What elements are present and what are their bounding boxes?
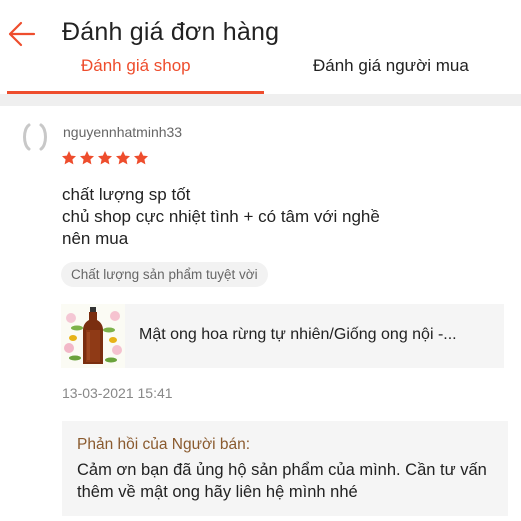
star-icon bbox=[134, 151, 148, 165]
tab-buyer-review[interactable]: Đánh giá người mua bbox=[313, 56, 469, 92]
arrow-left-icon bbox=[8, 21, 36, 47]
review-body: chất lượng sp tốt chủ shop cực nhiệt tìn… bbox=[62, 184, 380, 250]
review-line: chất lượng sp tốt bbox=[62, 185, 191, 204]
review-date: 13-03-2021 15:41 bbox=[62, 385, 173, 401]
back-button[interactable] bbox=[6, 18, 38, 50]
star-icon bbox=[80, 151, 94, 165]
tab-shop-review[interactable]: Đánh giá shop bbox=[81, 56, 191, 92]
page-title: Đánh giá đơn hàng bbox=[62, 18, 280, 46]
app-header: Đánh giá đơn hàng bbox=[0, 0, 521, 58]
review-line: chủ shop cực nhiệt tình + có tâm với ngh… bbox=[62, 207, 380, 226]
reviewer-username: nguyennhatminh33 bbox=[63, 124, 183, 140]
star-rating bbox=[61, 150, 149, 170]
review-tag: Chất lượng sản phẩm tuyệt vời bbox=[61, 262, 268, 287]
tab-bar: Đánh giá shop Đánh giá người mua bbox=[0, 56, 521, 94]
section-divider bbox=[0, 94, 521, 106]
seller-reply-text: Cảm ơn bạn đã ủng hộ sản phẩm của mình. … bbox=[77, 461, 487, 501]
review-line: nên mua bbox=[62, 229, 129, 248]
product-name: Mật ong hoa rừng tự nhiên/Giống ong nội … bbox=[139, 326, 457, 343]
product-thumbnail bbox=[61, 304, 125, 368]
star-icon bbox=[116, 151, 130, 165]
star-icon bbox=[98, 151, 112, 165]
avatar[interactable] bbox=[20, 122, 50, 152]
honey-bottle-image bbox=[61, 304, 125, 368]
product-card[interactable]: Mật ong hoa rừng tự nhiên/Giống ong nội … bbox=[61, 304, 504, 368]
avatar-placeholder-icon bbox=[23, 123, 47, 151]
seller-reply: Phản hồi của Người bán: Cảm ơn bạn đã ủn… bbox=[62, 421, 508, 516]
seller-reply-title: Phản hồi của Người bán: bbox=[77, 436, 251, 453]
star-icon bbox=[62, 151, 76, 165]
